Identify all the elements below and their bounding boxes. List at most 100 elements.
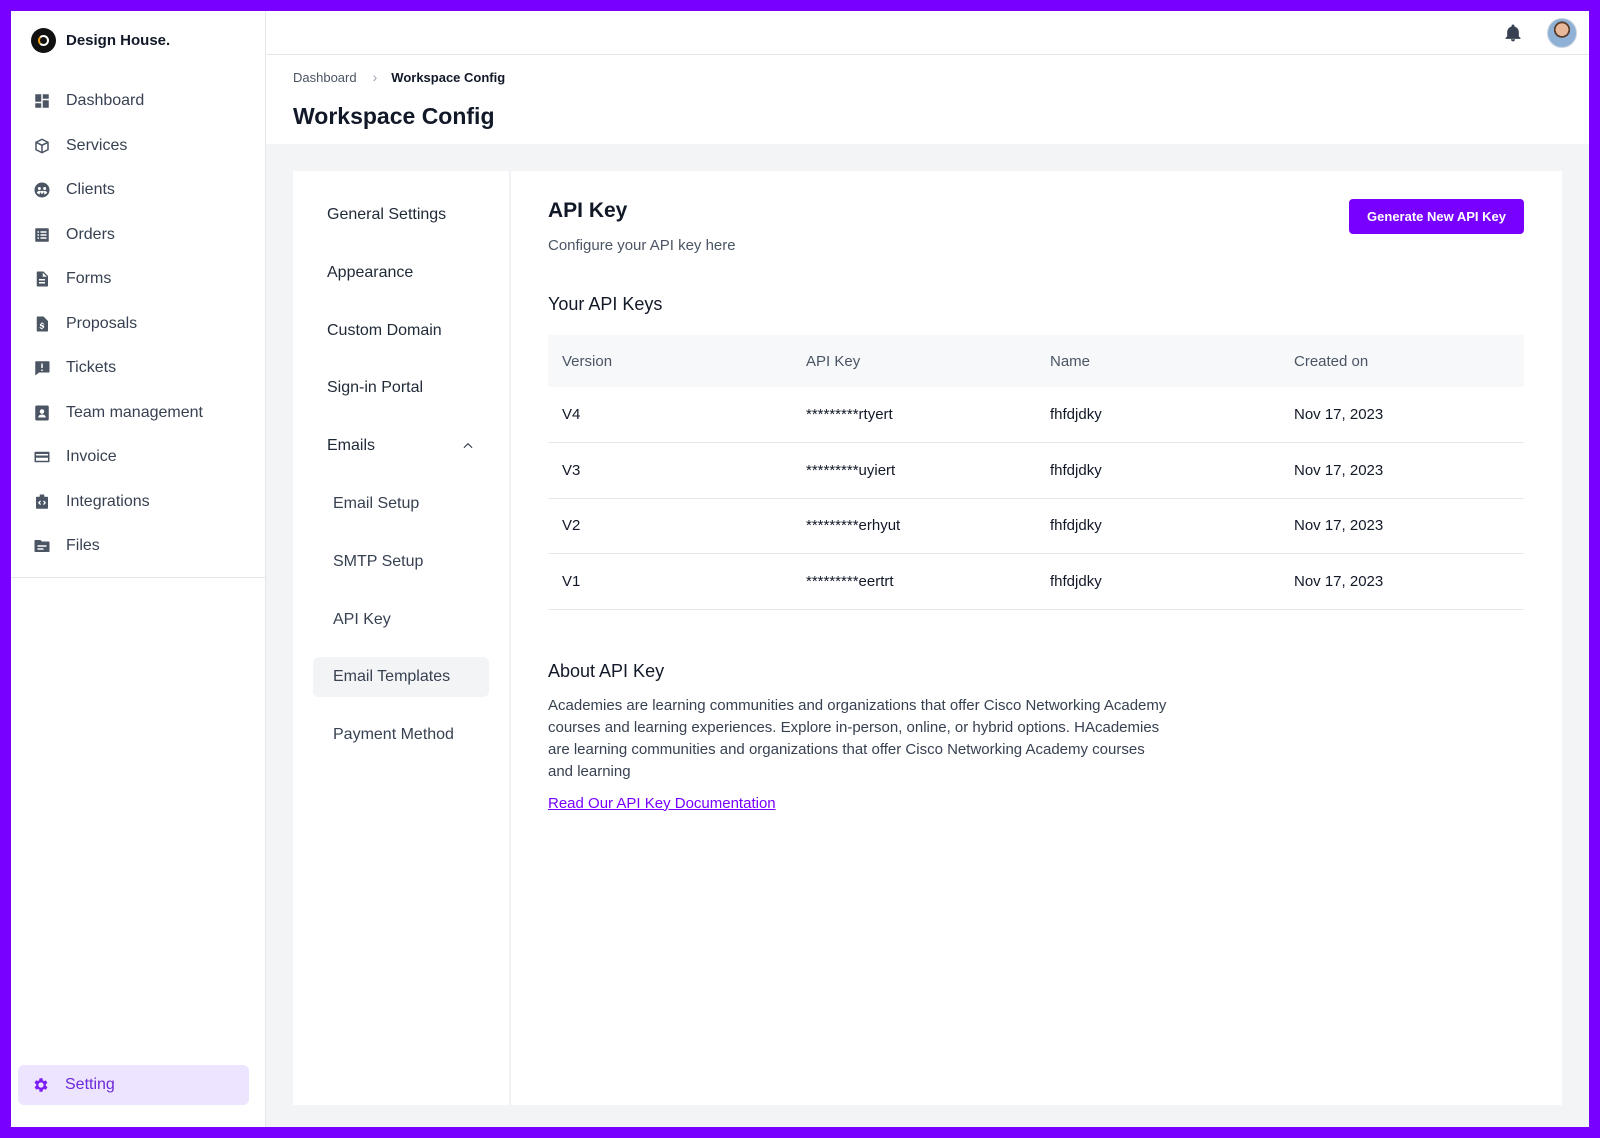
contact-card-icon [33, 404, 51, 422]
cell-api-key: *********eertrt [792, 553, 1036, 610]
column-header-version: Version [562, 352, 613, 370]
api-key-documentation-link[interactable]: Read Our API Key Documentation [548, 795, 776, 812]
sidebar-item-proposals[interactable]: Proposals [11, 302, 265, 347]
settings-card: General Settings Appearance Custom Domai… [293, 171, 1562, 1105]
brand-name: Design House. [66, 31, 171, 49]
main-area: Dashboard › Workspace Config Workspace C… [266, 11, 1589, 1127]
panel-header: API Key Configure your API key here Gene… [548, 199, 1524, 254]
generate-api-key-button[interactable]: Generate New API Key [1349, 199, 1524, 234]
breadcrumb-current: Workspace Config [391, 69, 506, 85]
cell-api-key: *********uyiert [792, 442, 1036, 499]
about-api-key-text: Academies are learning communities and o… [548, 696, 1167, 780]
column-header-api-key: API Key [806, 352, 861, 370]
cell-version: V3 [548, 442, 792, 499]
cell-api-key: *********rtyert [792, 387, 1036, 443]
app-window: Design House. Dashboard Services Clients [11, 11, 1589, 1127]
sidebar-item-label: Dashboard [66, 92, 145, 110]
sidebar-item-label: Team management [66, 403, 203, 421]
about-api-key-heading: About API Key [548, 660, 665, 681]
cell-version: V2 [548, 498, 792, 554]
document-icon [33, 270, 51, 288]
sidebar-item-label: Files [66, 537, 100, 555]
chevron-right-icon: › [372, 69, 378, 85]
settings-nav: General Settings Appearance Custom Domai… [293, 171, 511, 1105]
sidebar-item-tickets[interactable]: Tickets [11, 346, 265, 391]
sidebar-item-invoice[interactable]: Invoice [11, 435, 265, 480]
brand[interactable]: Design House. [11, 11, 265, 69]
table-row[interactable]: V2 *********erhyut fhfdjdky Nov 17, 2023 [548, 498, 1524, 554]
sidebar-item-label: Setting [65, 1076, 115, 1093]
chevron-up-icon[interactable] [461, 439, 475, 453]
settings-nav-smtp-setup[interactable]: SMTP Setup [313, 542, 489, 582]
settings-nav-appearance[interactable]: Appearance [313, 253, 489, 293]
sidebar-item-label: Forms [66, 270, 112, 288]
breadcrumb: Dashboard › Workspace Config [293, 69, 1589, 85]
cell-api-key: *********erhyut [792, 498, 1036, 554]
api-keys-heading: Your API Keys [548, 294, 663, 314]
table-row[interactable]: V3 *********uyiert fhfdjdky Nov 17, 2023 [548, 442, 1524, 499]
cell-created-on: Nov 17, 2023 [1280, 553, 1524, 610]
settings-nav-sign-in-portal[interactable]: Sign-in Portal [313, 368, 489, 408]
cell-name: fhfdjdky [1036, 387, 1280, 443]
folder-icon [33, 537, 51, 555]
table-row[interactable]: V4 *********rtyert fhfdjdky Nov 17, 2023 [548, 387, 1524, 443]
settings-nav-emails[interactable]: Emails [313, 426, 489, 466]
settings-nav-email-setup[interactable]: Email Setup [313, 484, 489, 524]
api-keys-table: Version API Key Name Created on V4 *****… [548, 335, 1524, 610]
cell-name: fhfdjdky [1036, 498, 1280, 554]
bell-icon[interactable] [1503, 23, 1523, 43]
column-header-created-on: Created on [1294, 352, 1369, 370]
topbar [266, 11, 1589, 55]
settings-nav-api-key[interactable]: API Key [313, 600, 489, 640]
panel-title: API Key [548, 199, 628, 222]
dollar-document-icon [33, 315, 51, 333]
sidebar-item-label: Clients [66, 181, 115, 199]
sidebar-item-label: Services [66, 136, 128, 154]
cell-created-on: Nov 17, 2023 [1280, 442, 1524, 499]
sidebar-item-setting[interactable]: Setting [18, 1065, 249, 1105]
api-key-panel: API Key Configure your API key here Gene… [511, 171, 1562, 1105]
sidebar-item-label: Orders [66, 225, 115, 243]
sidebar-nav: Dashboard Services Clients Orders Forms … [11, 69, 265, 578]
page-title: Workspace Config [293, 103, 495, 129]
sidebar-item-clients[interactable]: Clients [11, 168, 265, 213]
sidebar-item-forms[interactable]: Forms [11, 257, 265, 302]
settings-nav-payment-method[interactable]: Payment Method [313, 715, 489, 755]
cell-name: fhfdjdky [1036, 442, 1280, 499]
dashboard-icon [33, 92, 51, 110]
brand-logo-icon [31, 27, 56, 53]
panel-subtitle: Configure your API key here [548, 237, 736, 254]
settings-nav-emails-label: Emails [327, 437, 376, 455]
sidebar: Design House. Dashboard Services Clients [11, 11, 266, 1127]
page-header: Dashboard › Workspace Config Workspace C… [266, 55, 1589, 144]
sidebar-item-team-management[interactable]: Team management [11, 391, 265, 436]
sidebar-item-integrations[interactable]: Integrations [11, 480, 265, 525]
sidebar-item-files[interactable]: Files [11, 524, 265, 569]
sidebar-item-services[interactable]: Services [11, 124, 265, 169]
cell-version: V4 [548, 387, 792, 443]
box-icon [33, 137, 51, 155]
breadcrumb-dashboard-link[interactable]: Dashboard [293, 70, 357, 85]
gear-icon [32, 1076, 50, 1094]
sidebar-item-label: Invoice [66, 448, 117, 466]
list-icon [33, 226, 51, 244]
settings-nav-email-templates[interactable]: Email Templates [313, 657, 489, 698]
table-header-row: Version API Key Name Created on [548, 335, 1524, 387]
settings-nav-general[interactable]: General Settings [313, 195, 489, 235]
cell-created-on: Nov 17, 2023 [1280, 387, 1524, 443]
cell-version: V1 [548, 553, 792, 610]
credit-card-icon [33, 448, 51, 466]
cell-created-on: Nov 17, 2023 [1280, 498, 1524, 554]
avatar[interactable] [1547, 17, 1577, 48]
settings-nav-custom-domain[interactable]: Custom Domain [313, 311, 489, 351]
sidebar-item-label: Proposals [66, 314, 138, 332]
code-box-icon [33, 493, 51, 511]
sidebar-item-orders[interactable]: Orders [11, 213, 265, 258]
cell-name: fhfdjdky [1036, 553, 1280, 610]
alert-message-icon [33, 359, 51, 377]
sidebar-item-dashboard[interactable]: Dashboard [11, 79, 265, 124]
table-row[interactable]: V1 *********eertrt fhfdjdky Nov 17, 2023 [548, 553, 1524, 610]
sidebar-item-label: Tickets [66, 359, 117, 377]
sidebar-item-label: Integrations [66, 492, 150, 510]
column-header-name: Name [1050, 352, 1091, 370]
